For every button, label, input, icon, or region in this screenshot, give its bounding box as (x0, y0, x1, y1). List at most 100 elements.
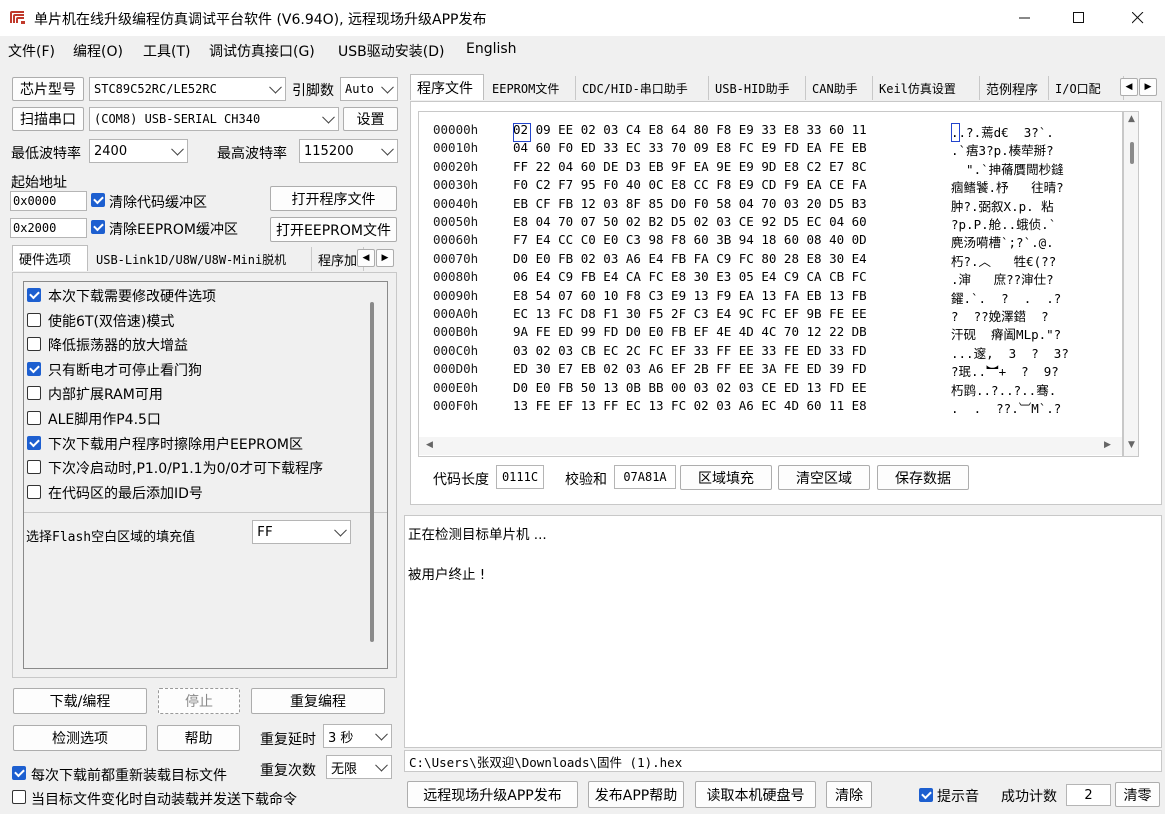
serial-port-select[interactable]: (COM8) USB-SERIAL CH340 (89, 107, 339, 131)
tab-usb-hid[interactable]: USB-HID助手 (709, 76, 806, 100)
stop-button[interactable]: 停止 (158, 688, 240, 714)
hex-view[interactable]: 00000h 02 09 EE 02 03 C4 E8 64 80 F8 E9 3… (418, 111, 1123, 457)
publish-app-help-button[interactable]: 发布APP帮助 (588, 781, 684, 808)
clear-code-buffer-checkbox[interactable] (91, 193, 105, 207)
hex-ascii[interactable]: ? ??娩澤鍣 ? (951, 306, 1121, 326)
tab-usb-link1d[interactable]: USB-Link1D/U8W/U8W-Mini脱机 (90, 247, 312, 271)
hex-bytes[interactable]: F7 E4 CC C0 E0 C3 98 F8 60 3B 94 18 60 0… (513, 232, 867, 252)
hex-ascii[interactable]: ...邃, 3 ? 3? (951, 343, 1121, 363)
tab-examples[interactable]: 范例程序 (980, 76, 1049, 100)
tab-scroll-left-button[interactable]: ◀ (357, 249, 375, 267)
tab-can[interactable]: CAN助手 (806, 76, 873, 100)
hex-bytes[interactable]: E8 54 07 60 10 F8 C3 E9 13 F9 EA 13 FA E… (513, 288, 867, 308)
area-fill-button[interactable]: 区域填充 (680, 465, 772, 490)
settings-button[interactable]: 设置 (343, 107, 398, 131)
hardware-option-checkbox[interactable] (27, 411, 41, 425)
hardware-option-checkbox[interactable] (27, 312, 41, 327)
hex-bytes[interactable]: E8 04 70 07 50 02 B2 D5 02 03 CE 92 D5 E… (513, 214, 867, 234)
max-baud-select[interactable]: 115200 (299, 139, 398, 163)
help-button[interactable]: 帮助 (157, 725, 240, 751)
tab-io-config[interactable]: I/O口配 (1049, 76, 1124, 100)
hex-bytes[interactable]: EB CF FB 12 03 8F 85 D0 F0 58 04 70 03 2… (513, 196, 867, 216)
hex-bytes[interactable]: 06 E4 C9 FB E4 CA FC E8 30 E3 05 E4 C9 C… (513, 269, 867, 289)
hex-bytes[interactable]: 13 FE EF 13 FF EC 13 FC 02 03 A6 EC 4D 6… (513, 398, 867, 418)
menu-file[interactable]: 文件(F) (8, 41, 55, 61)
eeprom-start-address-input[interactable]: 0x2000 (10, 218, 87, 238)
min-baud-select[interactable]: 2400 (89, 139, 188, 163)
hex-bytes[interactable]: 02 09 EE 02 03 C4 E8 64 80 F8 E9 33 E8 3… (513, 122, 867, 142)
hex-ascii[interactable]: 痼鳍饕.杼 往晴? (951, 177, 1121, 197)
hex-vertical-scrollbar[interactable]: ▲ ▼ (1123, 111, 1139, 457)
pin-count-select[interactable]: Auto (340, 77, 398, 101)
hardware-option-checkbox[interactable] (27, 460, 41, 475)
chip-type-select[interactable]: STC89C52RC/LE52RC (89, 77, 286, 101)
save-data-button[interactable]: 保存数据 (877, 465, 969, 490)
hex-ascii[interactable]: 麂汤嗬槽`;?`.@. (951, 232, 1121, 252)
auto-load-send-checkbox[interactable] (12, 790, 26, 804)
hardware-option-checkbox[interactable] (27, 435, 41, 450)
menu-usb-driver[interactable]: USB驱动安装(D) (338, 41, 444, 61)
code-start-address-input[interactable]: 0x0000 (10, 191, 87, 211)
minimize-button[interactable] (998, 0, 1052, 36)
hex-ascii[interactable]: ..?.蔫d€ 3?`. (951, 122, 1121, 142)
scroll-left-icon[interactable]: ◀ (425, 440, 434, 450)
hardware-option-checkbox[interactable] (27, 484, 41, 499)
scroll-down-icon[interactable]: ▼ (1127, 440, 1136, 450)
hex-ascii[interactable]: .`痦3?p.楱荦掰? (951, 140, 1121, 160)
detect-options-button[interactable]: 检测选项 (13, 725, 147, 751)
open-program-file-button[interactable]: 打开程序文件 (270, 186, 397, 211)
hex-ascii[interactable]: ?p.P.舱..蛾侦.` (951, 214, 1121, 234)
options-scrollbar[interactable] (370, 302, 374, 642)
repeat-count-select[interactable]: 无限 (326, 755, 392, 779)
hex-ascii[interactable]: 汗砚 瘠阖MLp."? (951, 324, 1121, 344)
hex-ascii[interactable]: 鑃.`. ? . .? (951, 288, 1121, 308)
hex-bytes[interactable]: 03 02 03 CB EC 2C FC EF 33 FF EE 33 FE E… (513, 343, 867, 363)
hex-ascii[interactable]: ".`抻蓨贋閜杪鏠 (951, 159, 1121, 179)
hex-ascii[interactable]: .渖 庶??渖仕? (951, 269, 1121, 289)
repeat-program-button[interactable]: 重复编程 (251, 688, 385, 714)
chip-type-button[interactable]: 芯片型号 (12, 77, 84, 101)
menu-tools[interactable]: 工具(T) (143, 41, 190, 61)
hex-horizontal-scrollbar[interactable]: ◀ ▶ (419, 437, 1122, 455)
hex-bytes[interactable]: F0 C2 F7 95 F0 40 0C E8 CC F8 E9 CD F9 E… (513, 177, 867, 197)
hex-bytes[interactable]: 04 60 F0 ED 33 EC 33 70 09 E8 FC E9 FD E… (513, 140, 867, 160)
hardware-option-checkbox[interactable] (27, 288, 41, 302)
right-tab-scroll-right-button[interactable]: ▶ (1139, 78, 1157, 96)
menu-english[interactable]: English (466, 41, 517, 57)
download-program-button[interactable]: 下载/编程 (13, 688, 147, 714)
repeat-delay-select[interactable]: 3 秒 (323, 724, 392, 748)
open-eeprom-file-button[interactable]: 打开EEPROM文件 (270, 217, 397, 242)
clear-area-button[interactable]: 清空区域 (778, 465, 870, 490)
hex-ascii[interactable]: 朽?.︿ 牲€(?? (951, 251, 1121, 271)
publish-app-button[interactable]: 远程现场升级APP发布 (407, 781, 578, 808)
scan-port-button[interactable]: 扫描串口 (12, 107, 84, 131)
tab-scroll-right-button[interactable]: ▶ (376, 249, 394, 267)
hardware-option-checkbox[interactable] (27, 361, 41, 376)
status-log[interactable]: 正在检测目标单片机 ... 被用户终止 ! (404, 515, 1162, 748)
hardware-option-checkbox[interactable] (27, 386, 41, 401)
scroll-up-icon[interactable]: ▲ (1127, 114, 1136, 124)
menu-program[interactable]: 编程(O) (73, 41, 123, 61)
hex-ascii[interactable]: 肿?.弼叙X.p. 粘 (951, 196, 1121, 216)
clear-log-button[interactable]: 清除 (826, 781, 872, 808)
tab-program-file[interactable]: 程序文件 (410, 74, 484, 100)
hardware-option-checkbox[interactable] (27, 337, 41, 352)
tab-hardware-options[interactable]: 硬件选项 (12, 245, 88, 271)
menu-debug-interface[interactable]: 调试仿真接口(G) (209, 41, 315, 61)
read-disk-id-button[interactable]: 读取本机硬盘号 (695, 781, 816, 808)
reload-target-file-checkbox[interactable] (12, 766, 26, 780)
hex-bytes[interactable]: D0 E0 FB 50 13 0B BB 00 03 02 03 CE ED 1… (513, 380, 867, 400)
scroll-right-icon[interactable]: ▶ (1103, 440, 1112, 450)
scroll-thumb[interactable] (1130, 142, 1134, 164)
fill-value-select[interactable]: FF (252, 520, 351, 544)
right-tab-scroll-left-button[interactable]: ◀ (1120, 78, 1138, 96)
hex-bytes[interactable]: EC 13 FC D8 F1 30 F5 2F C3 E4 9C FC EF 9… (513, 306, 867, 326)
tab-cdc-hid-serial[interactable]: CDC/HID-串口助手 (576, 76, 709, 100)
tab-eeprom-file[interactable]: EEPROM文件 (486, 76, 576, 100)
close-button[interactable] (1111, 0, 1165, 36)
hex-bytes[interactable]: ED 30 E7 EB 02 03 A6 EF 2B FF EE 3A FE E… (513, 361, 867, 381)
hex-ascii[interactable]: ?珉..︼+ ? 9? (951, 361, 1121, 381)
hex-ascii[interactable]: 朽鹍..?..?..骞. (951, 380, 1121, 400)
hex-ascii[interactable]: . . ??.︺M`.? (951, 398, 1121, 418)
hex-bytes[interactable]: FF 22 04 60 DE D3 EB 9F EA 9E E9 9D E8 C… (513, 159, 867, 179)
